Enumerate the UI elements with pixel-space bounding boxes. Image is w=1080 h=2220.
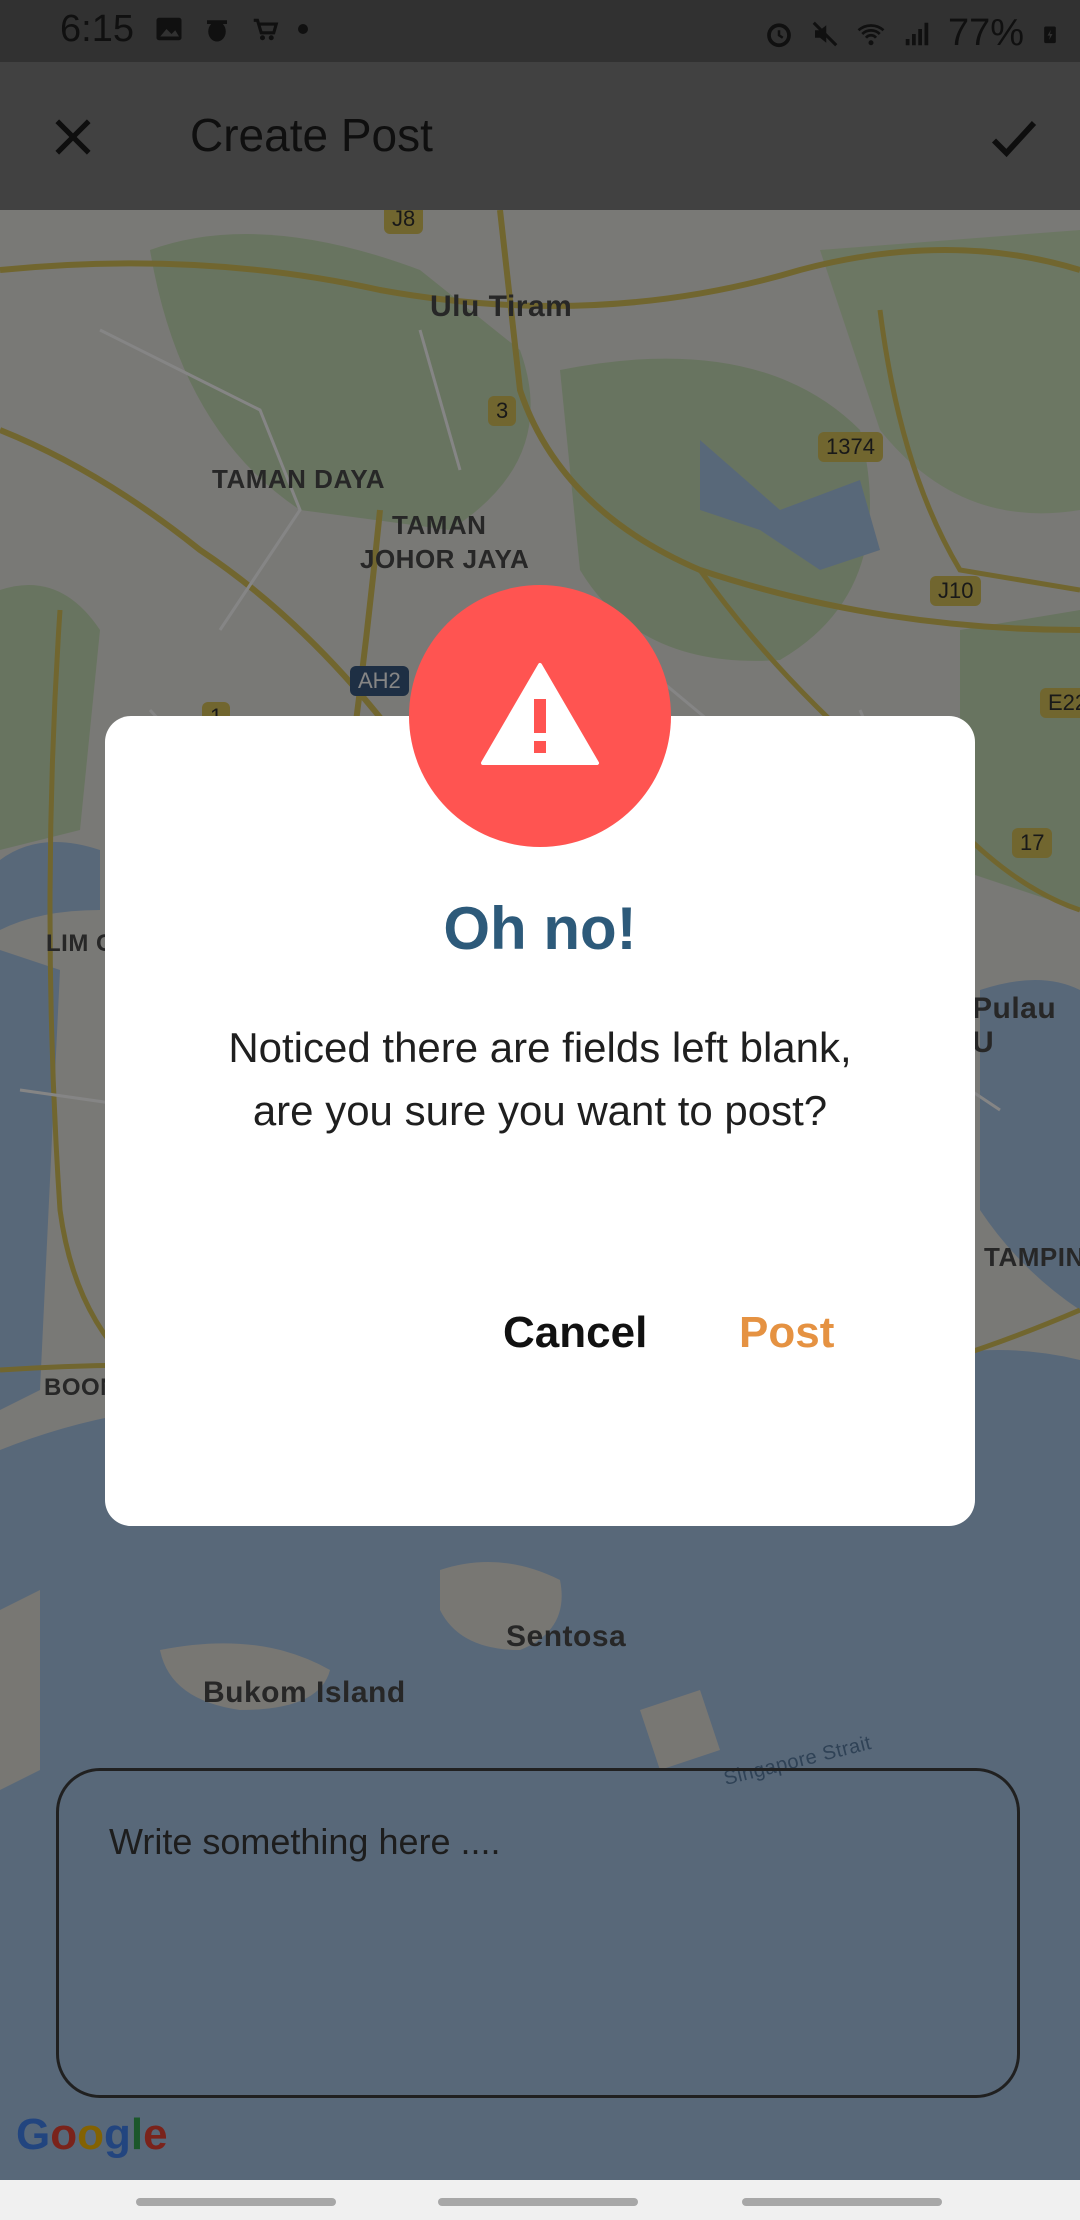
nav-recents[interactable]: [136, 2198, 336, 2206]
dialog-heading: Oh no!: [443, 895, 637, 962]
dialog-message: Noticed there are fields left blank, are…: [228, 1024, 852, 1134]
warning-icon: [481, 663, 599, 765]
post-button[interactable]: Post: [739, 1308, 834, 1358]
nav-back[interactable]: [742, 2198, 942, 2206]
warning-badge: [409, 585, 671, 847]
cancel-button[interactable]: Cancel: [503, 1308, 647, 1358]
navigation-bar: [0, 2180, 1080, 2220]
nav-home[interactable]: [438, 2198, 638, 2206]
